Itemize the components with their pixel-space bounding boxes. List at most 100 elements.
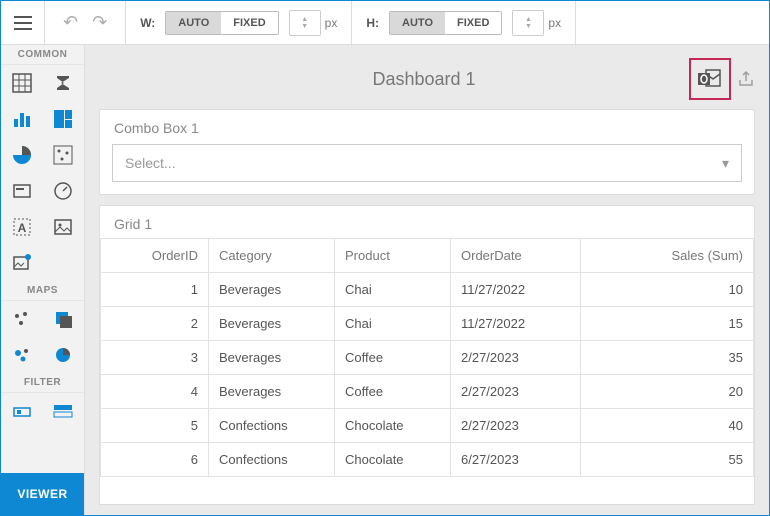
height-spinner[interactable]: ▲▼ px	[512, 10, 561, 36]
card-icon	[12, 181, 32, 201]
cell-category: Confections	[209, 409, 335, 443]
width-toggle[interactable]: AUTO FIXED	[165, 11, 278, 35]
tool-grid[interactable]	[1, 65, 43, 101]
tool-bar-chart[interactable]	[1, 101, 43, 137]
tool-bubble-map[interactable]	[1, 337, 43, 373]
table-row[interactable]: 3BeveragesCoffee2/27/202335	[101, 341, 754, 375]
combo-box[interactable]: Select... ▾	[112, 144, 742, 182]
tool-sigma[interactable]	[43, 65, 85, 101]
chevron-down-icon: ▾	[722, 155, 729, 172]
cell-product: Chocolate	[335, 409, 451, 443]
dashboard-title: Dashboard 1	[159, 69, 689, 90]
cell-sales: 15	[581, 307, 754, 341]
combo-filter-icon	[53, 401, 73, 421]
export-icon[interactable]	[737, 70, 755, 88]
combo-title: Combo Box 1	[100, 110, 754, 144]
cell-orderid: 1	[101, 273, 209, 307]
tool-pie[interactable]	[1, 137, 43, 173]
width-group: W: AUTO FIXED ▲▼ px	[126, 1, 352, 44]
canvas: Dashboard 1 Combo Box 1	[85, 45, 769, 515]
cell-date: 6/27/2023	[451, 443, 581, 477]
cell-sales: 35	[581, 341, 754, 375]
image-icon	[53, 217, 73, 237]
range-filter-icon	[12, 401, 32, 421]
width-unit: px	[325, 16, 338, 30]
col-category[interactable]: Category	[209, 239, 335, 273]
height-fixed[interactable]: FIXED	[445, 12, 501, 34]
height-toggle[interactable]: AUTO FIXED	[389, 11, 502, 35]
redo-button[interactable]: ↷	[92, 12, 107, 33]
cell-product: Chai	[335, 307, 451, 341]
bubble-map-icon	[12, 345, 32, 365]
col-product[interactable]: Product	[335, 239, 451, 273]
tool-text[interactable]: A	[1, 209, 43, 245]
choropleth-icon	[53, 309, 73, 329]
tool-geo-point[interactable]	[1, 301, 43, 337]
cell-sales: 20	[581, 375, 754, 409]
tool-gauge[interactable]	[43, 173, 85, 209]
cell-product: Chai	[335, 273, 451, 307]
width-spinner[interactable]: ▲▼ px	[289, 10, 338, 36]
hamburger-icon	[14, 16, 32, 30]
tool-choropleth[interactable]	[43, 301, 85, 337]
width-auto[interactable]: AUTO	[166, 12, 221, 34]
col-orderdate[interactable]: OrderDate	[451, 239, 581, 273]
tool-bound-image[interactable]	[1, 245, 43, 281]
cell-sales: 40	[581, 409, 754, 443]
tool-scatter[interactable]	[43, 137, 85, 173]
cell-orderid: 6	[101, 443, 209, 477]
email-button[interactable]	[689, 58, 731, 100]
table-row[interactable]: 5ConfectionsChocolate2/27/202340	[101, 409, 754, 443]
tool-card[interactable]	[1, 173, 43, 209]
sidebar-section-maps: MAPS	[1, 281, 84, 301]
pie-icon	[12, 145, 32, 165]
table-row[interactable]: 6ConfectionsChocolate6/27/202355	[101, 443, 754, 477]
outlook-icon	[698, 68, 722, 90]
width-fixed[interactable]: FIXED	[221, 12, 277, 34]
undo-button[interactable]: ↶	[63, 12, 78, 33]
svg-text:A: A	[17, 221, 26, 235]
cell-category: Beverages	[209, 307, 335, 341]
cell-date: 2/27/2023	[451, 341, 581, 375]
cell-sales: 10	[581, 273, 754, 307]
cell-sales: 55	[581, 443, 754, 477]
cell-orderid: 5	[101, 409, 209, 443]
sigma-icon	[53, 73, 73, 93]
table-row[interactable]: 4BeveragesCoffee2/27/202320	[101, 375, 754, 409]
sidebar: COMMON A MAPS FIL	[1, 45, 85, 515]
cell-orderid: 2	[101, 307, 209, 341]
table-row[interactable]: 2BeveragesChai11/27/202215	[101, 307, 754, 341]
tool-image[interactable]	[43, 209, 85, 245]
history-group: ↶ ↷	[45, 1, 126, 44]
viewer-button[interactable]: VIEWER	[1, 473, 84, 515]
height-label: H:	[366, 16, 379, 30]
hamburger-menu[interactable]	[1, 1, 45, 45]
tool-treemap[interactable]	[43, 101, 85, 137]
col-orderid[interactable]: OrderID	[101, 239, 209, 273]
cell-category: Beverages	[209, 273, 335, 307]
tool-range-filter[interactable]	[1, 393, 43, 429]
combo-placeholder: Select...	[125, 155, 176, 171]
height-auto[interactable]: AUTO	[390, 12, 445, 34]
data-grid[interactable]: OrderID Category Product OrderDate Sales…	[100, 238, 754, 477]
cell-orderid: 4	[101, 375, 209, 409]
tool-combo-filter[interactable]	[43, 393, 85, 429]
text-icon: A	[12, 217, 32, 237]
sidebar-section-filter: FILTER	[1, 373, 84, 393]
geo-point-icon	[12, 309, 32, 329]
cell-category: Beverages	[209, 341, 335, 375]
cell-date: 11/27/2022	[451, 307, 581, 341]
height-unit: px	[548, 16, 561, 30]
table-row[interactable]: 1BeveragesChai11/27/202210	[101, 273, 754, 307]
tool-pie-map[interactable]	[43, 337, 85, 373]
cell-date: 11/27/2022	[451, 273, 581, 307]
header-row: OrderID Category Product OrderDate Sales…	[101, 239, 754, 273]
gauge-icon	[53, 181, 73, 201]
cell-category: Confections	[209, 443, 335, 477]
col-sales[interactable]: Sales (Sum)	[581, 239, 754, 273]
combo-panel: Combo Box 1 Select... ▾	[99, 109, 755, 195]
cell-orderid: 3	[101, 341, 209, 375]
grid-panel: Grid 1 OrderID Category Product OrderDat…	[99, 205, 755, 505]
pie-map-icon	[53, 345, 73, 365]
cell-product: Chocolate	[335, 443, 451, 477]
